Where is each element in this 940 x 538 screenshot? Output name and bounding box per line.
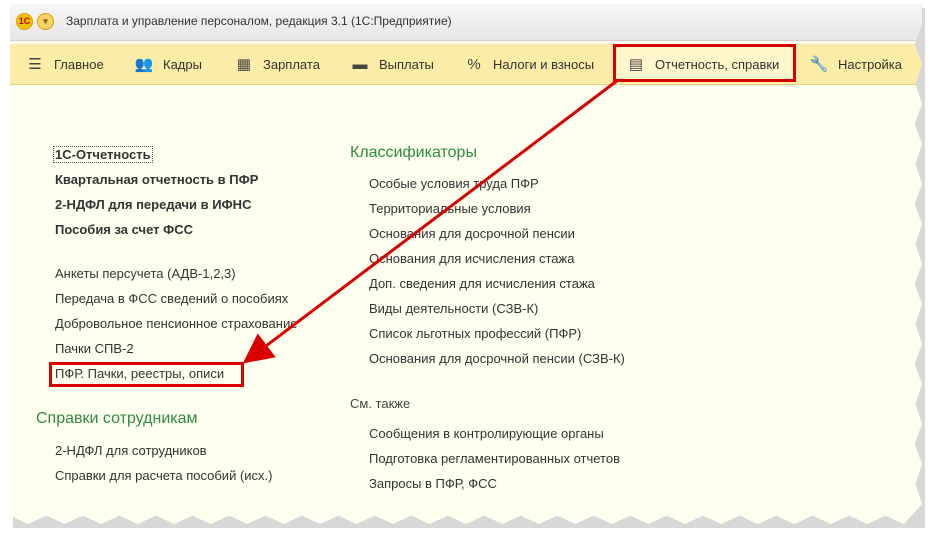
arrow-line	[242, 78, 619, 364]
annotation-arrow	[242, 78, 619, 364]
